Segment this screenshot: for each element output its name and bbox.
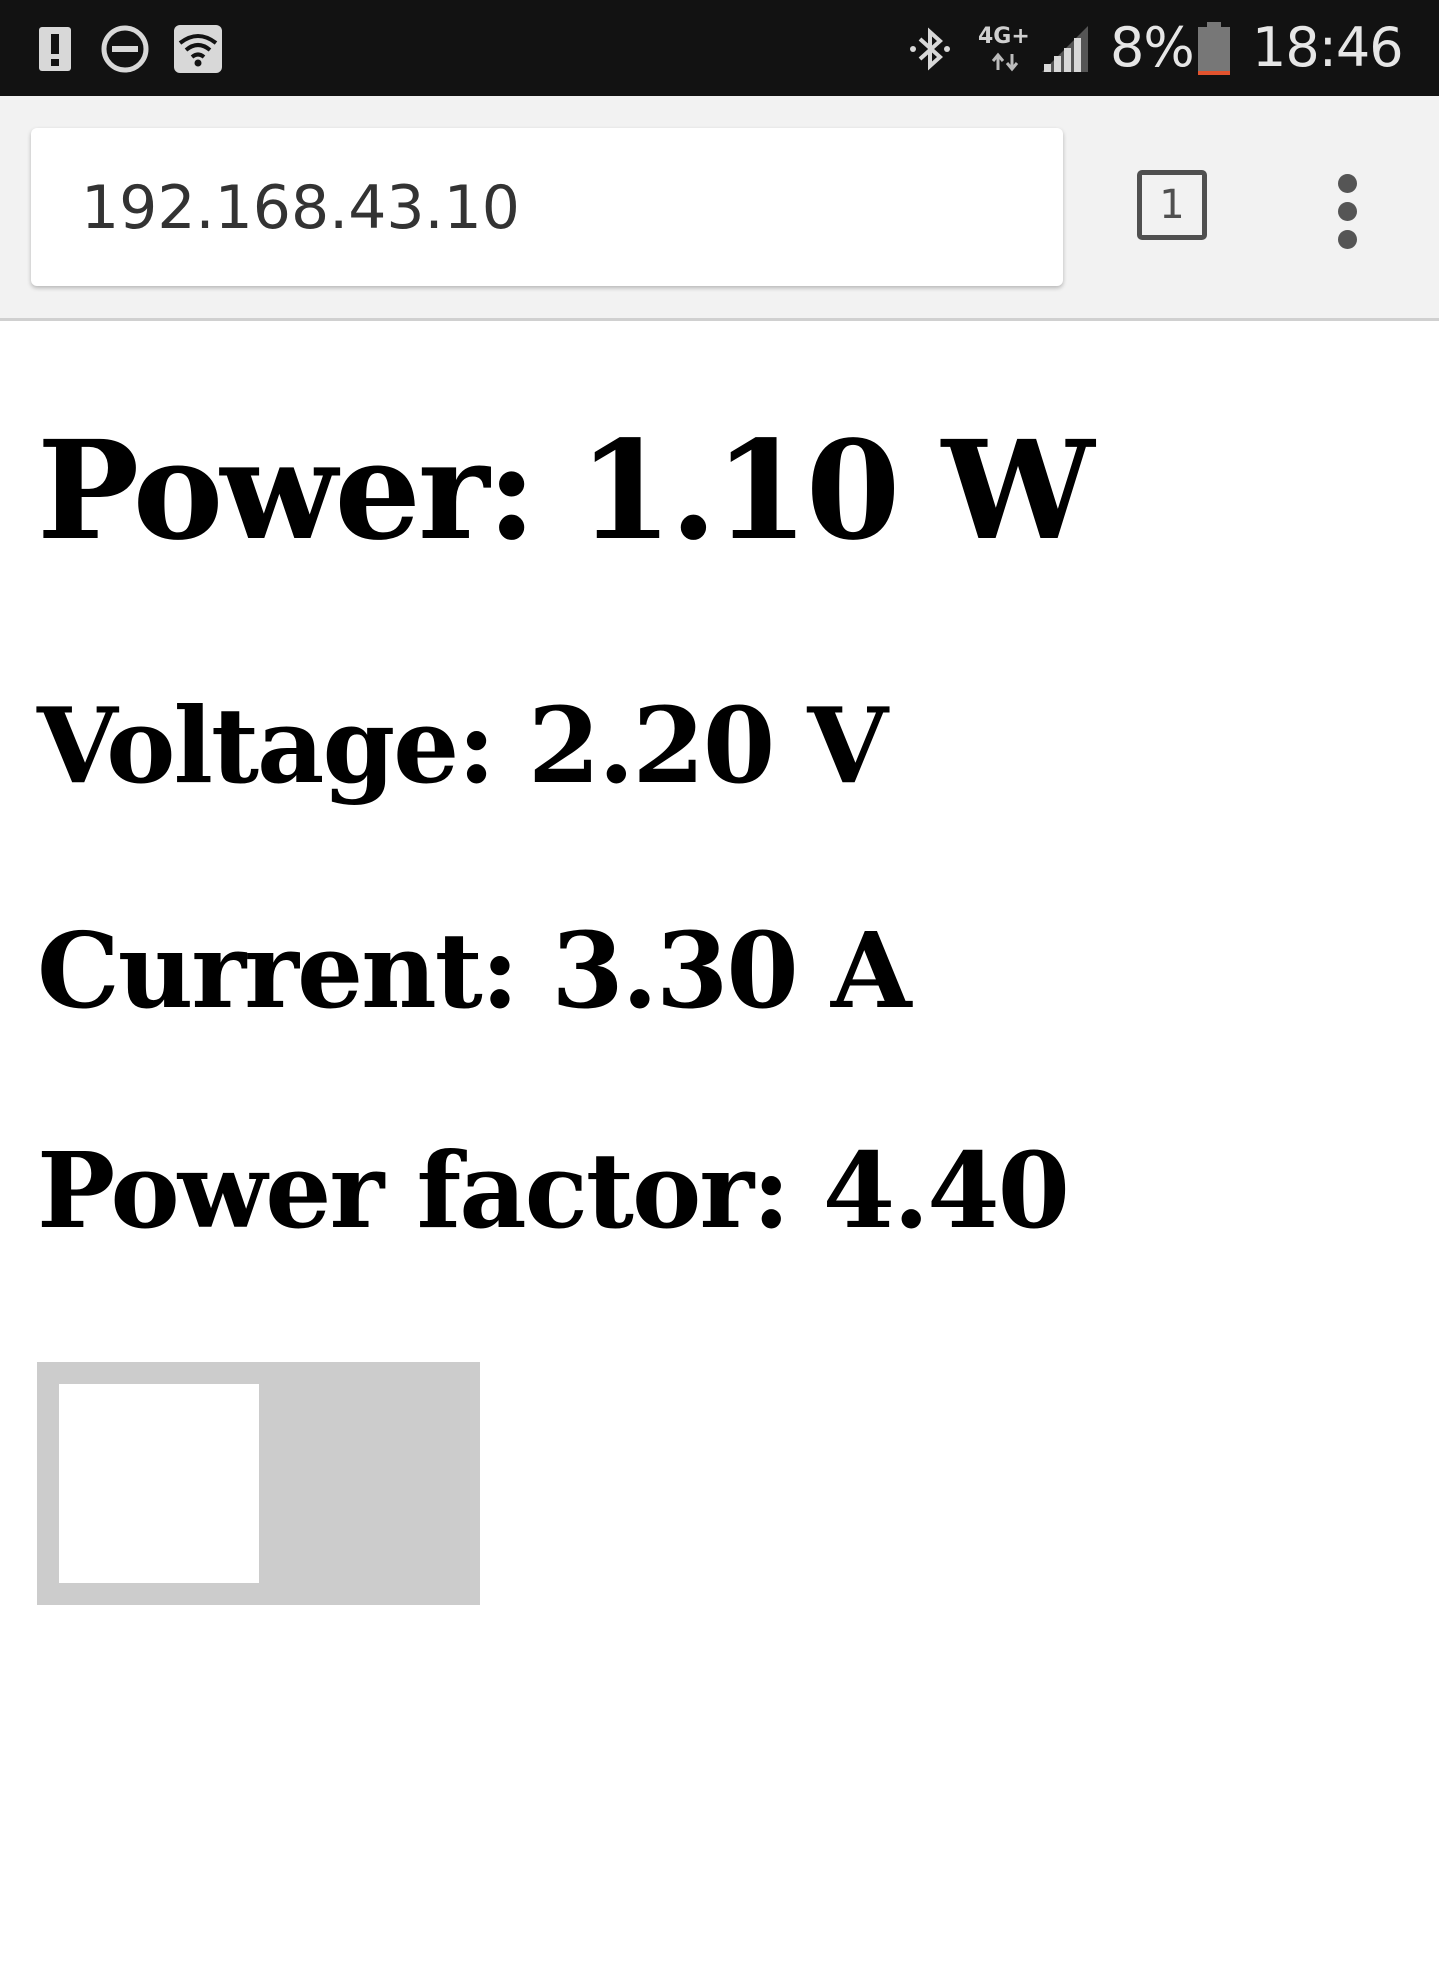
toggle-knob[interactable] [59,1384,259,1583]
menu-dot [1338,174,1357,193]
battery-percent: 8% [1110,16,1195,79]
current-reading: Current: 3.30 A [37,909,912,1032]
menu-dot [1338,230,1357,249]
clock-time: 18:46 [1252,16,1404,79]
browser-toolbar: 192.168.43.10 1 [0,96,1439,321]
signal-icon [1040,24,1090,79]
url-bar[interactable]: 192.168.43.10 [31,128,1063,286]
network-type-label: 4G+ [978,24,1030,49]
do-not-disturb-icon [100,24,150,79]
overflow-menu-icon[interactable] [1324,174,1372,254]
status-bar: 4G+ 8% 18:46 [0,0,1439,96]
power-reading: Power: 1.10 W [37,411,1094,571]
data-arrows-icon [990,52,1020,77]
url-text[interactable]: 192.168.43.10 [81,172,520,244]
voltage-reading: Voltage: 2.20 V [37,684,888,807]
menu-dot [1338,202,1357,221]
power-toggle-switch[interactable] [37,1362,480,1605]
tab-switcher-button[interactable]: 1 [1137,170,1207,240]
tab-count: 1 [1159,182,1185,228]
bluetooth-icon [905,24,955,79]
power-factor-reading: Power factor: 4.40 [37,1129,1070,1252]
wifi-icon [174,25,222,78]
alert-icon [38,26,72,77]
battery-icon [1197,22,1231,81]
